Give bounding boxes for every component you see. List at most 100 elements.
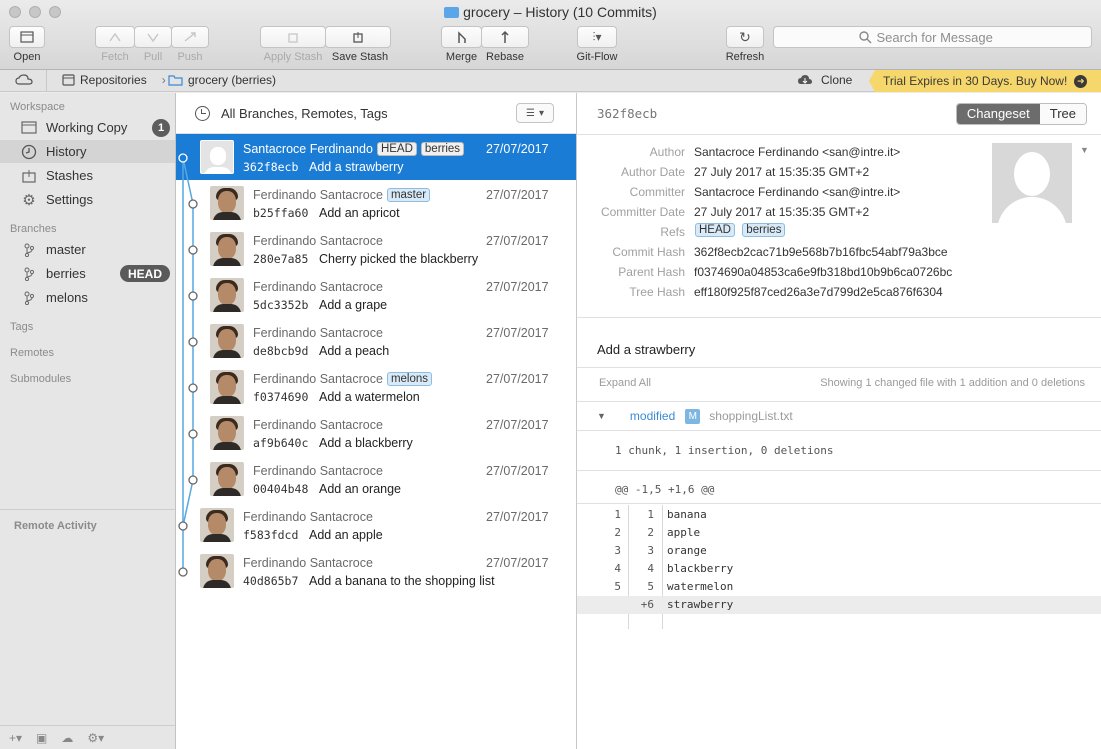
gear-icon[interactable]: ⚙▾: [87, 731, 104, 745]
parent-hash-value[interactable]: f0374690a04853ca6e9fb318bd10b9b6ca0726bc: [694, 265, 952, 279]
commit-node[interactable]: [188, 383, 198, 393]
sidebar-section-tags[interactable]: Tags: [10, 321, 33, 333]
commit-node[interactable]: [188, 337, 198, 347]
commit-date: 27/07/2017: [486, 142, 549, 156]
tab-tree[interactable]: Tree: [1039, 104, 1086, 124]
commit-author-name: Ferdinando Santacroce: [253, 372, 383, 386]
commit-row[interactable]: Santacroce Ferdinando HEAD berries 27/07/20…: [176, 134, 576, 180]
commit-hash: 00404b48: [253, 482, 309, 496]
sidebar-item-stashes[interactable]: Stashes: [0, 164, 175, 187]
tab-changeset[interactable]: Changeset: [956, 104, 1040, 124]
sidebar-item-master[interactable]: master: [0, 238, 175, 261]
commit-author: Ferdinando Santacroce melons: [253, 372, 433, 386]
commit-date: 27/07/2017: [486, 372, 549, 386]
diff-view: 1 1 banana 2 2 apple 3 3 orange 4 4 blackberry 5 5 wat…: [577, 505, 1101, 629]
push-button[interactable]: [171, 26, 209, 48]
divider: [577, 317, 1101, 318]
commit-date: 27/07/2017: [486, 510, 549, 524]
cloud-icon[interactable]: ☁: [61, 731, 73, 745]
toolbar: grocery – History (10 Commits) Open Fetc…: [0, 0, 1101, 70]
apply-stash-button[interactable]: [260, 26, 326, 48]
breadcrumb-repositories[interactable]: Repositories ›: [62, 73, 166, 87]
commit-row[interactable]: Ferdinando Santacroce 27/07/2017 af9b640c A…: [176, 410, 576, 456]
commit-hash: f0374690: [253, 390, 309, 404]
cloud-icon[interactable]: [15, 73, 33, 87]
commit-node[interactable]: [188, 199, 198, 209]
pull-button[interactable]: [134, 26, 172, 48]
commit-date: 27/07/2017: [486, 556, 549, 570]
commit-row[interactable]: Ferdinando Santacroce 27/07/2017 f583fdcd A…: [176, 502, 576, 548]
merge-button[interactable]: [441, 26, 482, 48]
trial-banner[interactable]: Trial Expires in 30 Days. Buy Now! ➜: [869, 70, 1101, 92]
search-icon: [858, 30, 871, 43]
sidebar-section-remotes[interactable]: Remotes: [10, 347, 54, 359]
commit-author: Ferdinando Santacroce: [253, 234, 383, 248]
save-stash-icon: [353, 32, 363, 43]
commit-node[interactable]: [178, 567, 188, 577]
sidebar-item-berries[interactable]: berries HEAD: [0, 262, 175, 285]
diff-old-line-number: 2: [614, 526, 621, 539]
divider: [577, 430, 1101, 431]
tree-hash-label: Tree Hash: [629, 285, 685, 299]
save-stash-button[interactable]: [325, 26, 391, 48]
file-status: modified: [629, 409, 676, 423]
chevron-down-icon[interactable]: ▼: [1080, 145, 1089, 155]
commit-author-name: Ferdinando Santacroce: [243, 510, 373, 524]
diff-new-line-number: 5: [647, 580, 654, 593]
sidebar-item-melons[interactable]: melons: [0, 286, 175, 309]
commit-row[interactable]: Ferdinando Santacroce 27/07/2017 de8bcb9d A…: [176, 318, 576, 364]
sidebar-section-workspace: Workspace: [10, 101, 65, 113]
arrow-right-icon: ➜: [1074, 74, 1088, 88]
commit-author-name: Ferdinando Santacroce: [253, 280, 383, 294]
commit-node[interactable]: [188, 475, 198, 485]
save-stash-label: Save Stash: [331, 51, 389, 63]
add-icon[interactable]: +▾: [9, 731, 22, 745]
detail-short-hash: 362f8ecb: [597, 106, 658, 121]
breadcrumb-repo-label: grocery (berries): [188, 73, 277, 87]
commit-row[interactable]: Ferdinando Santacroce 27/07/2017 40d865b7 A…: [176, 548, 576, 594]
divider: [577, 134, 1101, 135]
head-badge: HEAD: [119, 265, 170, 282]
sidebar-item-working-copy[interactable]: Working Copy 1: [0, 116, 175, 139]
author-avatar: [992, 143, 1072, 223]
clone-button[interactable]: Clone: [797, 73, 852, 87]
commit-row[interactable]: Ferdinando Santacroce melons 27/07/2017 f03…: [176, 364, 576, 410]
commit-date: 27/07/2017: [486, 280, 549, 294]
refs-value: HEAD berries: [691, 223, 786, 237]
gitflow-button[interactable]: ⫶▾: [577, 26, 617, 48]
disclosure-triangle-icon[interactable]: ▼: [597, 411, 606, 421]
file-header[interactable]: ▼ modified M shoppingList.txt: [577, 402, 1101, 430]
gitflow-icon: ⫶▾: [592, 29, 602, 44]
sidebar-section-submodules[interactable]: Submodules: [10, 373, 71, 385]
author-date-value: 27 July 2017 at 15:35:35 GMT+2: [694, 165, 870, 179]
commit-author-name: Ferdinando Santacroce: [243, 556, 373, 570]
commit-row[interactable]: Ferdinando Santacroce 27/07/2017 280e7a85 C…: [176, 226, 576, 272]
committer-label: Committer: [629, 185, 685, 199]
commit-row[interactable]: Ferdinando Santacroce master 27/07/2017 b25…: [176, 180, 576, 226]
inbox-icon[interactable]: ▣: [36, 731, 47, 745]
working-copy-icon: [21, 120, 37, 136]
commit-author-name: Ferdinando Santacroce: [253, 464, 383, 478]
open-button[interactable]: [9, 26, 45, 48]
search-field[interactable]: [773, 26, 1092, 48]
fetch-button[interactable]: [95, 26, 135, 48]
refresh-button[interactable]: ↻: [726, 26, 764, 48]
history-filter-header[interactable]: All Branches, Remotes, Tags ☰ ▾: [176, 93, 576, 134]
sidebar-item-settings[interactable]: ⚙ Settings: [0, 188, 175, 211]
diff-line-added: +6 strawberry: [577, 596, 1101, 614]
commit-node[interactable]: [178, 521, 188, 531]
breadcrumb-repo[interactable]: grocery (berries): [168, 73, 276, 87]
chevron-down-icon: ▾: [538, 107, 544, 119]
commit-node[interactable]: [178, 153, 188, 163]
rebase-button[interactable]: [481, 26, 529, 48]
commit-row[interactable]: Ferdinando Santacroce 27/07/2017 5dc3352b A…: [176, 272, 576, 318]
commit-node[interactable]: [188, 429, 198, 439]
sidebar-item-history[interactable]: History: [0, 140, 175, 163]
commit-row[interactable]: Ferdinando Santacroce 27/07/2017 00404b48 A…: [176, 456, 576, 502]
expand-all-button[interactable]: Expand All: [599, 377, 651, 389]
commit-node[interactable]: [188, 291, 198, 301]
view-options-dropdown[interactable]: ☰ ▾: [516, 103, 554, 123]
commit-node[interactable]: [188, 245, 198, 255]
commit-message: Add a strawberry: [597, 342, 696, 357]
search-input[interactable]: [876, 29, 1007, 45]
